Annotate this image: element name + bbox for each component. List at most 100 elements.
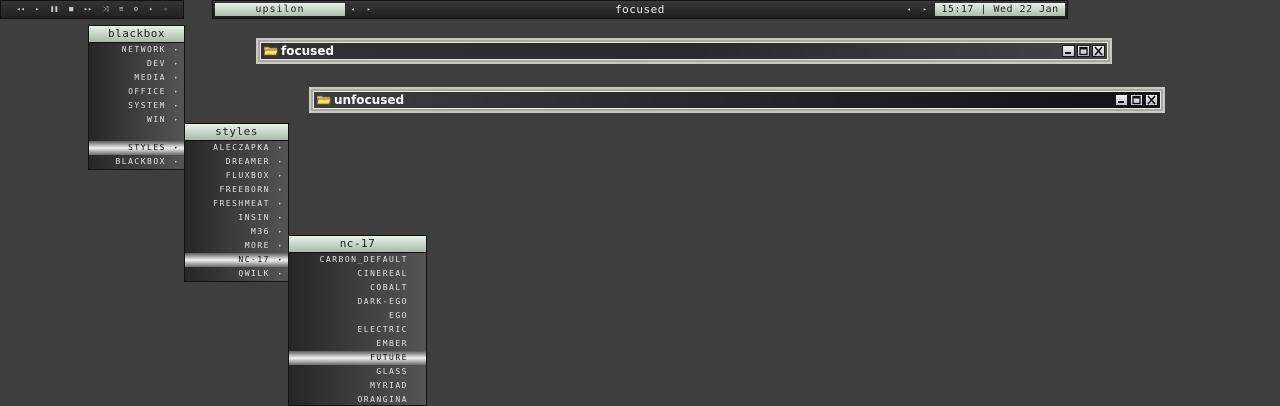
menu-item-label: BLACKBOX <box>115 157 166 166</box>
menu-item-qwilk[interactable]: QWILK ▸ <box>185 267 288 281</box>
menu-item-label: SYSTEM <box>128 101 166 110</box>
close-icon <box>1094 46 1103 56</box>
prev-window-arrow-icon[interactable]: ◂ <box>907 6 911 13</box>
close-button[interactable] <box>1092 45 1105 57</box>
menu-item-future[interactable]: FUTURE <box>289 351 426 365</box>
menu-item-win[interactable]: WIN ▸ <box>89 113 184 127</box>
next-workspace-arrow-icon[interactable]: ▸ <box>367 6 371 13</box>
menu-item-label: NC-17 <box>238 255 270 264</box>
menu-item-carbon-default[interactable]: CARBON_DEFAULT <box>289 253 426 267</box>
focused-window-title: focused <box>281 44 334 58</box>
minimize-icon <box>1065 52 1071 54</box>
maximize-button[interactable] <box>1077 45 1090 57</box>
minimize-button[interactable] <box>1062 45 1075 57</box>
folder-icon <box>264 46 278 56</box>
menu-item-glass[interactable]: GLASS <box>289 365 426 379</box>
settings-icon[interactable]: ⚙ <box>134 6 138 13</box>
menu-item-label: GLASS <box>376 367 408 376</box>
menu-item-office[interactable]: OFFICE ▸ <box>89 85 184 99</box>
submenu-arrow-icon: ▸ <box>278 173 283 179</box>
toolbar: upsilon ◂ ▸ focused ◂ ▸ 15:17 | Wed 22 J… <box>212 0 1068 19</box>
menu-item-label: ELECTRIC <box>357 325 408 334</box>
menu-item-label: CARBON_DEFAULT <box>319 255 408 264</box>
menu-item-label: OFFICE <box>128 87 166 96</box>
toolbar-clock: 15:17 | Wed 22 Jan <box>935 3 1065 16</box>
toolbar-window-title[interactable]: focused <box>513 3 767 16</box>
maximize-button[interactable] <box>1130 94 1143 106</box>
menu-item-label: NETWORK <box>121 45 166 54</box>
menu-item-cinereal[interactable]: CINEREAL <box>289 267 426 281</box>
menu-item-label: FRESHMEAT <box>213 199 270 208</box>
submenu-arrow-icon: ▸ <box>174 47 179 53</box>
rewind-icon[interactable]: ◂◂ <box>16 6 24 13</box>
menu-item-styles[interactable]: STYLES ▸ <box>89 141 184 155</box>
minimize-button[interactable] <box>1115 94 1128 106</box>
submenu-arrow-icon: ▸ <box>174 145 179 151</box>
menu-item-freshmeat[interactable]: FRESHMEAT ▸ <box>185 197 288 211</box>
submenu-arrow-icon: ▸ <box>174 103 179 109</box>
menu-item-cobalt[interactable]: COBALT <box>289 281 426 295</box>
submenu-arrow-icon: ▸ <box>174 159 179 165</box>
folder-icon <box>317 95 331 105</box>
styles-menu: styles ALECZAPKA ▸ DREAMER ▸ FLUXBOX ▸ FREEBOR… <box>184 123 289 282</box>
submenu-arrow-icon: ▸ <box>278 271 283 277</box>
stop-icon[interactable]: ■ <box>69 6 73 13</box>
menu-item-label: MORE <box>244 241 270 250</box>
playlist-icon[interactable]: ≡ <box>119 6 123 13</box>
root-menu: blackbox NETWORK ▸ DEV ▸ MEDIA ▸ OFFICE ▸ SYSTEM… <box>88 25 185 170</box>
menu-item-dreamer[interactable]: DREAMER ▸ <box>185 155 288 169</box>
menu-item-network[interactable]: NETWORK ▸ <box>89 43 184 57</box>
menu-item-myriad[interactable]: MYRIAD <box>289 379 426 393</box>
menu-item-orangina[interactable]: ORANGINA <box>289 393 426 405</box>
menu-item-label: DEV <box>147 59 166 68</box>
menu-item-m36[interactable]: M36 ▸ <box>185 225 288 239</box>
menu-item-label: ORANGINA <box>357 395 408 404</box>
menu-item-insin[interactable]: INSIN ▸ <box>185 211 288 225</box>
menu-item-nc-17[interactable]: NC-17 ▸ <box>185 253 288 267</box>
menu-item-dark-ego[interactable]: DARK-EGO <box>289 295 426 309</box>
shuffle-icon[interactable]: ⤨ <box>103 6 109 13</box>
next-window-arrow-icon[interactable]: ▸ <box>923 6 927 13</box>
volume-down-icon[interactable]: ✧ <box>163 6 167 13</box>
fast-forward-icon[interactable]: ▸▸ <box>84 6 92 13</box>
menu-item-label: ALECZAPKA <box>213 143 270 152</box>
pause-icon[interactable]: ❚❚ <box>50 6 58 13</box>
menu-item-label: QWILK <box>238 269 270 278</box>
styles-menu-title: styles <box>185 124 288 141</box>
submenu-arrow-icon: ▸ <box>278 243 283 249</box>
play-icon[interactable]: ▸ <box>35 6 39 13</box>
menu-item-fluxbox[interactable]: FLUXBOX ▸ <box>185 169 288 183</box>
menu-item-ember[interactable]: EMBER <box>289 337 426 351</box>
close-button[interactable] <box>1145 94 1158 106</box>
focused-window-titlebar[interactable]: focused <box>260 42 1108 60</box>
menu-item-blackbox[interactable]: BLACKBOX ▸ <box>89 155 184 169</box>
menu-item-system[interactable]: SYSTEM ▸ <box>89 99 184 113</box>
close-icon <box>1147 95 1156 105</box>
nc17-menu-items: CARBON_DEFAULT CINEREAL COBALT DARK-EGO EGO E… <box>289 253 426 405</box>
nc17-menu: nc-17 CARBON_DEFAULT CINEREAL COBALT DARK-E… <box>288 235 427 406</box>
menu-item-aleczapka[interactable]: ALECZAPKA ▸ <box>185 141 288 155</box>
volume-up-icon[interactable]: ✦ <box>149 6 153 13</box>
unfocused-window-title: unfocused <box>334 93 405 107</box>
menu-item-media[interactable]: MEDIA ▸ <box>89 71 184 85</box>
unfocused-window[interactable]: unfocused <box>309 87 1165 113</box>
menu-item-dev[interactable]: DEV ▸ <box>89 57 184 71</box>
menu-item-label: DREAMER <box>225 157 270 166</box>
menu-item-label: COBALT <box>370 283 408 292</box>
menu-item-label: EMBER <box>376 339 408 348</box>
prev-workspace-arrow-icon[interactable]: ◂ <box>351 6 355 13</box>
menu-item-label: STYLES <box>128 143 166 152</box>
menu-item-label: EGO <box>389 311 408 320</box>
menu-item-ego[interactable]: EGO <box>289 309 426 323</box>
submenu-arrow-icon: ▸ <box>174 89 179 95</box>
focused-window[interactable]: focused <box>256 38 1112 64</box>
workspace-label[interactable]: upsilon <box>215 3 345 16</box>
menu-item-more[interactable]: MORE ▸ <box>185 239 288 253</box>
submenu-arrow-icon: ▸ <box>278 159 283 165</box>
menu-item-label: FREEBORN <box>219 185 270 194</box>
menu-item-label: DARK-EGO <box>357 297 408 306</box>
minimize-icon <box>1118 101 1124 103</box>
unfocused-window-titlebar[interactable]: unfocused <box>313 91 1161 109</box>
menu-item-freeborn[interactable]: FREEBORN ▸ <box>185 183 288 197</box>
menu-item-electric[interactable]: ELECTRIC <box>289 323 426 337</box>
